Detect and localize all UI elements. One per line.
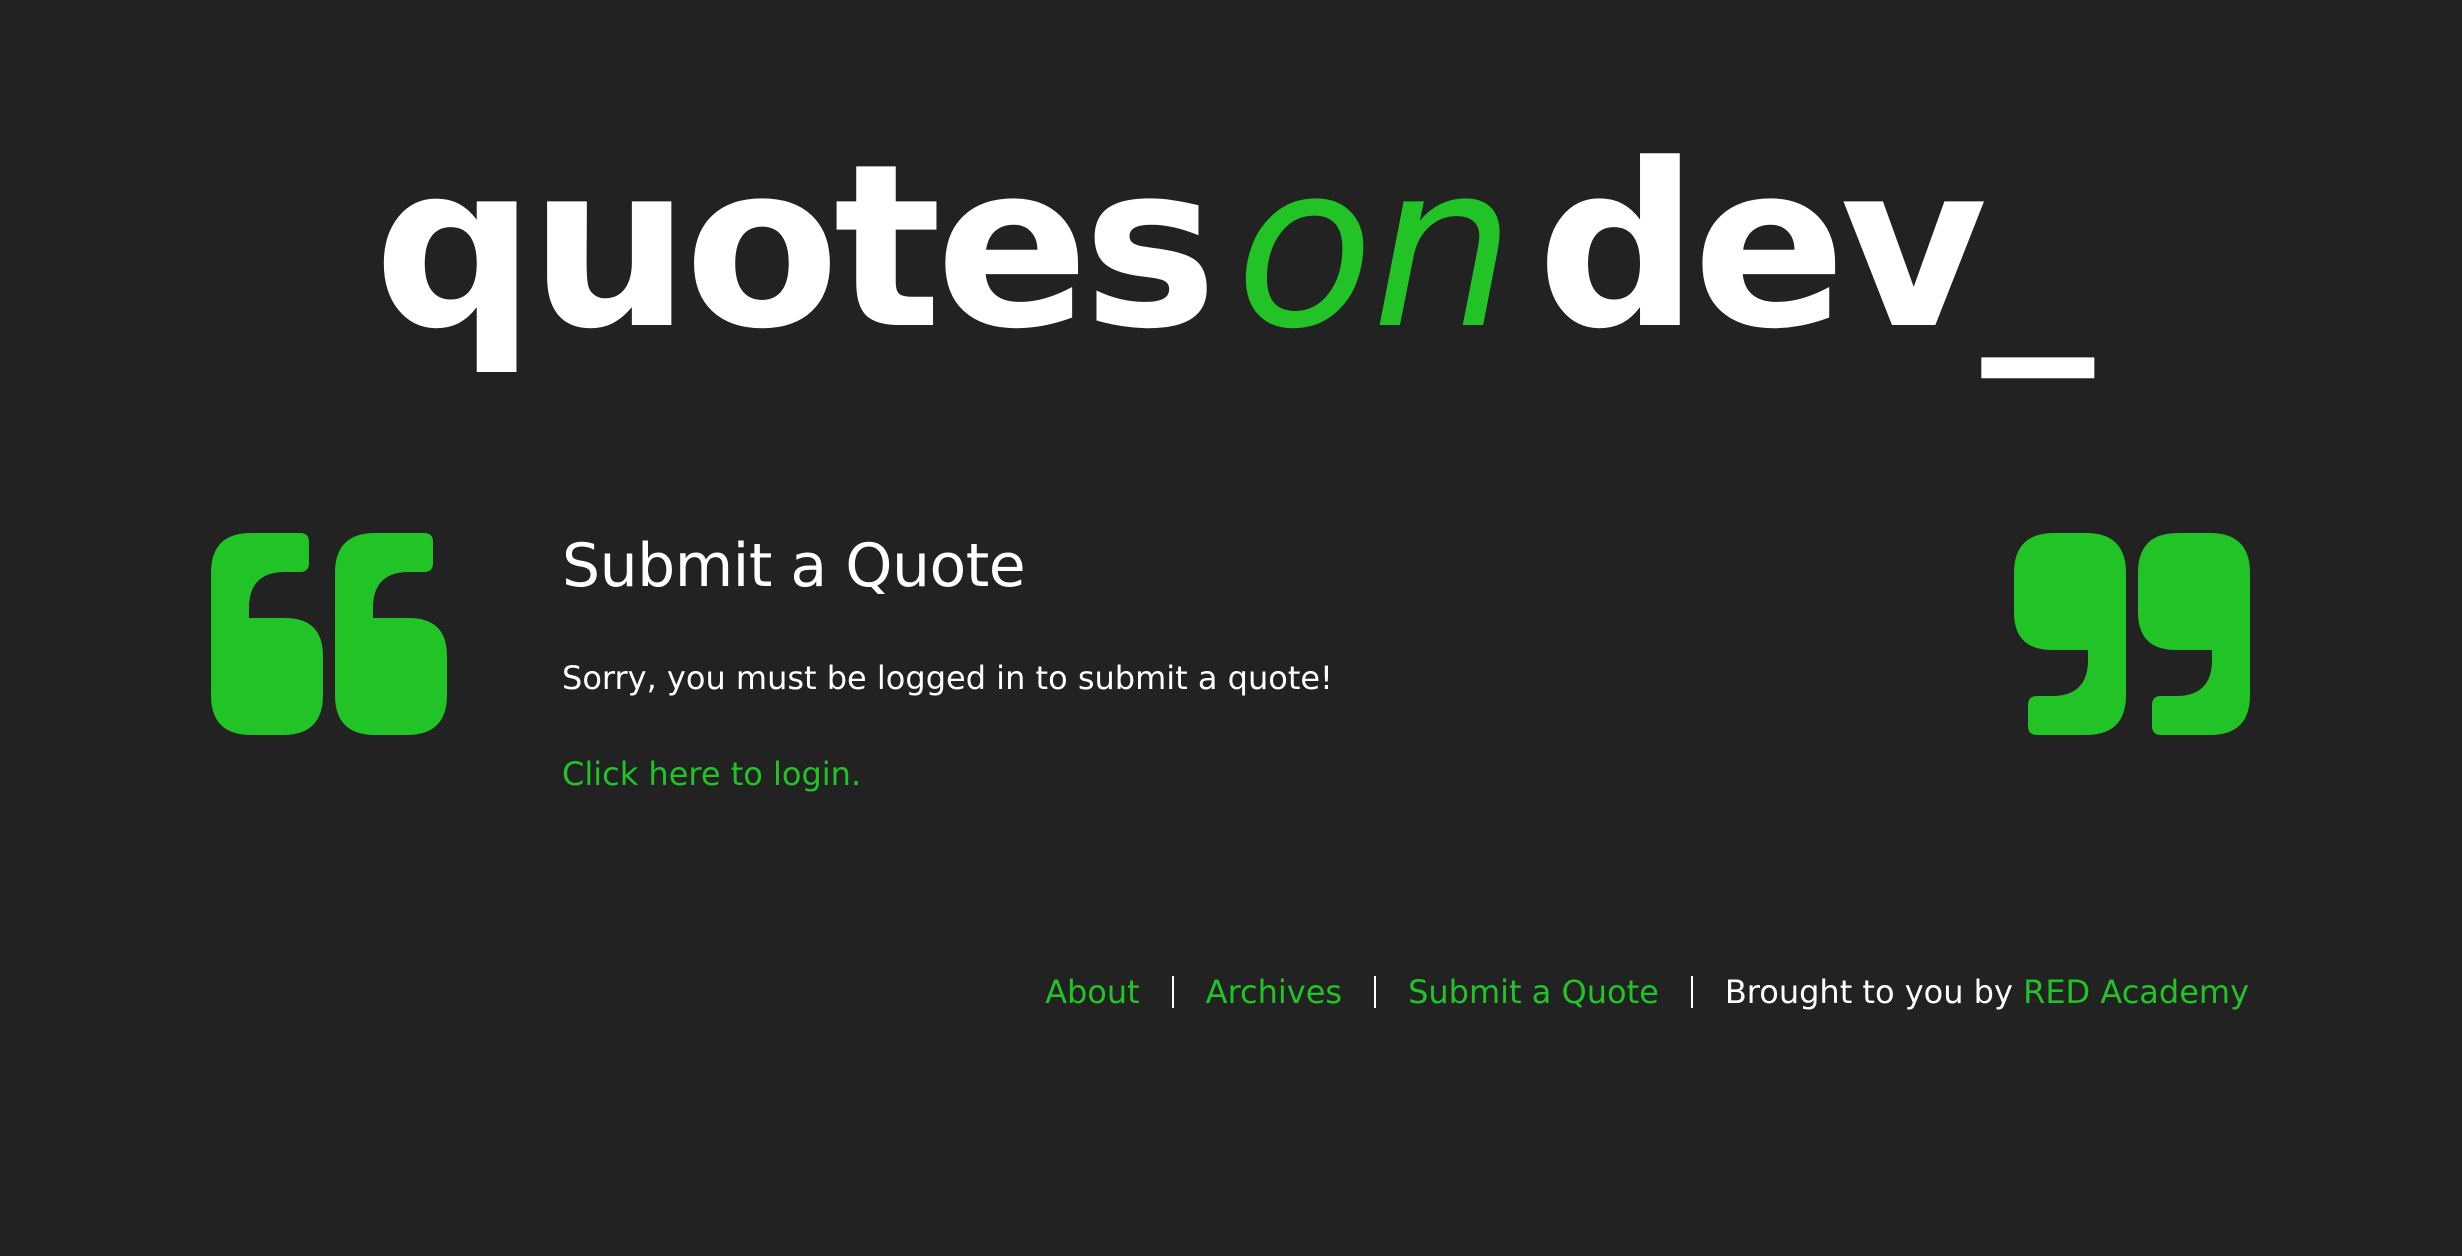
page-title: Submit a Quote xyxy=(562,531,1026,601)
logo-on: on xyxy=(1235,116,1515,379)
login-link[interactable]: Click here to login. xyxy=(562,754,861,794)
logo-quotes: quotes xyxy=(373,116,1218,379)
submit-quote-section: Submit a Quote Sorry, you must be logged… xyxy=(562,530,1962,793)
footer-divider xyxy=(1690,976,1693,1008)
footer-link-about[interactable]: About xyxy=(1045,972,1140,1012)
logo-dev: dev_ xyxy=(1536,116,2094,379)
login-required-message: Sorry, you must be logged in to submit a… xyxy=(562,659,1333,697)
credit-text: Brought to you by xyxy=(1724,973,2013,1011)
red-academy-link[interactable]: RED Academy xyxy=(2023,973,2249,1011)
footer-credit: Brought to you by RED Academy xyxy=(1725,972,2249,1012)
footer-link-submit-quote[interactable]: Submit a Quote xyxy=(1408,972,1659,1012)
footer-divider xyxy=(1374,976,1377,1008)
page: quotes on dev_ Submit a Quote Sorry, you m… xyxy=(0,0,2462,1256)
site-logo[interactable]: quotes on dev_ xyxy=(0,135,2462,361)
footer-nav: About Archives Submit a Quote Brought to… xyxy=(1045,972,2249,1012)
open-quote-icon xyxy=(211,533,447,735)
close-quote-icon xyxy=(2014,533,2250,735)
footer-divider xyxy=(1171,976,1174,1008)
footer-link-archives[interactable]: Archives xyxy=(1206,972,1342,1012)
